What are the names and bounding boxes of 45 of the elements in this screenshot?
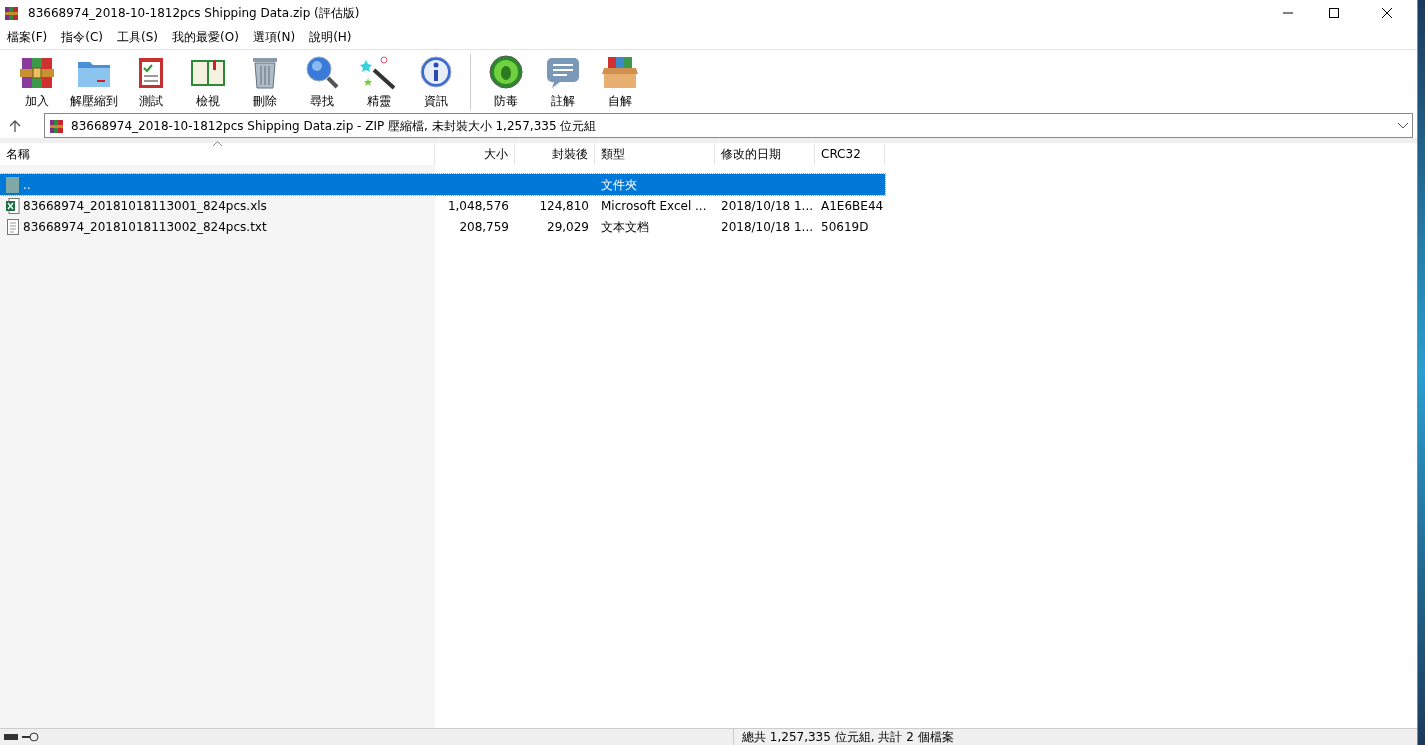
table-cell-text: 83668974_20181018113002_824pcs.txt: [23, 218, 267, 236]
magic-wand-icon: [359, 53, 398, 90]
toolbar-button[interactable]: 自解: [591, 51, 648, 112]
file-row[interactable]: .. 文件夾: [0, 174, 885, 195]
toolbar-button[interactable]: 精靈: [350, 51, 407, 112]
toolbar-button[interactable]: 解壓縮到: [65, 51, 122, 112]
menu-item[interactable]: 說明(H): [302, 28, 359, 46]
table-cell-text: 83668974_20181018113001_824pcs.xls: [23, 197, 267, 215]
menu-item[interactable]: 我的最愛(O): [165, 28, 246, 46]
toolbar-button[interactable]: 尋找: [293, 51, 350, 112]
table-cell-text: 50619D: [821, 218, 869, 236]
archive-icon: [4, 4, 20, 21]
archive-icon: [49, 117, 65, 134]
toolbar-button[interactable]: 刪除: [236, 51, 293, 112]
table-cell-text: 1,048,576: [447, 197, 509, 215]
window-title: 83668974_2018-10-1812pcs Shipping Data.zip (評估版): [28, 4, 360, 22]
close-icon: [1380, 6, 1394, 19]
maximize-icon: [1327, 6, 1341, 19]
toolbar-button[interactable]: 測試: [122, 51, 179, 112]
menu-item[interactable]: 指令(C): [54, 28, 110, 46]
toolbar-button[interactable]: 防毒: [477, 51, 534, 112]
table-cell-text: 124,810: [539, 197, 589, 215]
file-row[interactable]: 83668974_20181018113001_824pcs.xls 1,048,576 124,810 Microsoft Excel ... 2018/10/18 1... A1E6BE44: [0, 195, 885, 216]
table-cell-text: 文本文档: [601, 218, 649, 236]
toolbar-button[interactable]: 註解: [534, 51, 591, 112]
table-cell-text: 208,759: [459, 218, 509, 236]
toolbar-button[interactable]: 資訊: [407, 51, 464, 112]
dropdown-caret-icon: [1398, 122, 1408, 129]
table-cell-text: Microsoft Excel ...: [601, 197, 707, 215]
table-cell-text: A1E6BE44: [821, 197, 884, 215]
table-cell-text: 文件夾: [601, 176, 637, 194]
table-cell-text: 29,029: [547, 218, 589, 236]
table-cell-text: 2018/10/18 1...: [721, 197, 814, 215]
table-cell-text: ..: [23, 176, 31, 194]
address-field[interactable]: 83668974_2018-10-1812pcs Shipping Data.zip - ZIP 壓縮檔, 未封裝大小 1,257,335 位元組: [44, 113, 1413, 138]
spreadsheet-file-icon: [6, 197, 20, 214]
menu-item[interactable]: 選項(N): [245, 28, 303, 46]
table-cell-text: 2018/10/18 1...: [721, 218, 814, 236]
status-text: 總共 1,257,335 位元組, 共計 2 個檔案: [741, 729, 954, 745]
toolbar-button[interactable]: 檢視: [179, 51, 236, 112]
menu-item[interactable]: 檔案(F): [0, 28, 55, 46]
file-row[interactable]: 83668974_20181018113002_824pcs.txt 208,759 29,029 文本文档 2018/10/18 1... 50619D: [0, 216, 885, 237]
toolbar-button[interactable]: 加入: [8, 51, 65, 112]
menu-item[interactable]: 工具(S): [110, 28, 165, 46]
text-file-icon: [6, 218, 20, 235]
